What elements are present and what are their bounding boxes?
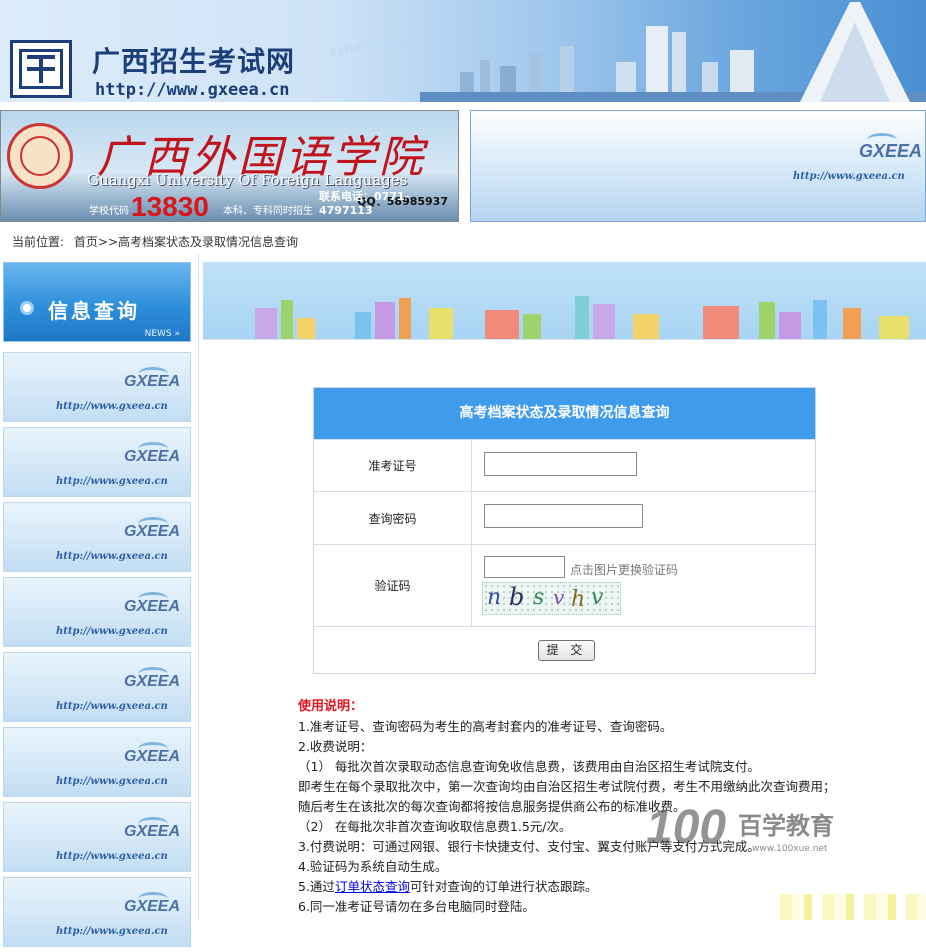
site-banner: 广西招生考试网 http://www.gxeea.cn 010101010101… bbox=[0, 0, 926, 102]
sidebar-card-list: GXEEA http://www.gxeea.cn GXEEA http://w… bbox=[3, 352, 191, 952]
captcha-input[interactable] bbox=[484, 556, 565, 578]
captcha-char: v bbox=[553, 585, 565, 609]
sidebar-card[interactable]: GXEEA http://www.gxeea.cn bbox=[3, 652, 191, 722]
school-code: 13830 bbox=[131, 191, 209, 222]
watermark-brand: 百学教育 bbox=[738, 812, 834, 840]
instruction-line: 1.准考证号、查询密码为考生的高考封套内的准考证号、查询密码。 bbox=[298, 719, 673, 734]
gxeea-url: http://www.gxeea.cn bbox=[56, 551, 168, 562]
sidebar-header: 信息查询 NEWS » bbox=[3, 262, 191, 342]
gxeea-banner[interactable]: GXEEA http://www.gxeea.cn bbox=[470, 110, 926, 222]
gxeea-url: http://www.gxeea.cn bbox=[56, 626, 168, 637]
captcha-row: 验证码 点击图片更换验证码 n b s v h v bbox=[314, 544, 815, 626]
captcha-hint[interactable]: 点击图片更换验证码 bbox=[570, 561, 678, 578]
sidebar-news-label: NEWS » bbox=[144, 329, 180, 339]
gxeea-url: http://www.gxeea.cn bbox=[56, 776, 168, 787]
password-row: 查询密码 bbox=[314, 491, 815, 544]
gxeea-url: http://www.gxeea.cn bbox=[56, 476, 168, 487]
gxeea-logo: GXEEA bbox=[124, 523, 181, 540]
gxeea-logo: GXEEA bbox=[124, 598, 181, 615]
breadcrumb-prefix: 当前位置: bbox=[12, 235, 65, 249]
order-status-link[interactable]: 订单状态查询 bbox=[335, 879, 410, 894]
captcha-char: b bbox=[509, 583, 525, 611]
gxeea-url: http://www.gxeea.cn bbox=[793, 171, 905, 182]
sidebar: 信息查询 NEWS » GXEEA http://www.gxeea.cn GX… bbox=[0, 254, 199, 947]
bottom-decoration bbox=[780, 894, 926, 920]
site-url: http://www.gxeea.cn bbox=[95, 80, 290, 100]
captcha-char: h bbox=[571, 587, 586, 612]
gxeea-logo: GXEEA bbox=[124, 823, 181, 840]
instruction-text: 可针对查询的订单进行状态跟踪。 bbox=[409, 879, 598, 894]
bullet-icon bbox=[20, 301, 34, 315]
gxeea-url: http://www.gxeea.cn bbox=[56, 401, 168, 412]
gxeea-logo: GXEEA bbox=[124, 898, 181, 915]
watermark-domain: www.100xue.net bbox=[752, 844, 828, 854]
sidebar-title: 信息查询 bbox=[48, 299, 140, 323]
school-code-label: 学校代码 bbox=[89, 206, 129, 217]
password-label: 查询密码 bbox=[314, 492, 472, 544]
sidebar-card[interactable]: GXEEA http://www.gxeea.cn bbox=[3, 577, 191, 647]
university-name-en: Guangxi University Of Foreign Languages bbox=[87, 171, 408, 189]
breadcrumb: 当前位置: 首页>>高考档案状态及录取情况信息查询 bbox=[12, 233, 298, 250]
gxeea-logo: GXEEA bbox=[124, 373, 181, 390]
instruction-text: 5.通过 bbox=[298, 879, 335, 894]
sidebar-card[interactable]: GXEEA http://www.gxeea.cn bbox=[3, 502, 191, 572]
gxeea-logo: GXEEA bbox=[124, 448, 181, 465]
sidebar-card[interactable]: GXEEA http://www.gxeea.cn bbox=[3, 802, 191, 872]
captcha-char: v bbox=[591, 585, 604, 610]
gxeea-logo: GXEEA bbox=[124, 748, 181, 765]
sidebar-card[interactable]: GXEEA http://www.gxeea.cn bbox=[3, 877, 191, 947]
watermark-number: 100 bbox=[646, 801, 727, 854]
university-ad[interactable]: 广西外国语学院 Guangxi University Of Foreign La… bbox=[0, 110, 459, 222]
gxeea-url: http://www.gxeea.cn bbox=[56, 926, 168, 937]
instruction-line: 即考生在每个录取批次中，第一次查询均由自治区招生考试院付费，考生不用缴纳此次查询… bbox=[298, 779, 836, 794]
submit-row: 提 交 bbox=[314, 626, 815, 674]
query-form: 高考档案状态及录取情况信息查询 准考证号 查询密码 验证码 点击图片更换验证码 … bbox=[313, 387, 816, 674]
instructions-title: 使用说明： bbox=[298, 699, 364, 714]
city-skyline-icon bbox=[420, 2, 926, 102]
sidebar-card[interactable]: GXEEA http://www.gxeea.cn bbox=[3, 727, 191, 797]
main-banner bbox=[203, 262, 926, 340]
exam-id-row: 准考证号 bbox=[314, 439, 815, 491]
recruit-text: 本科、专科同时招生 bbox=[223, 206, 313, 217]
gxeea-logo: GXEEA bbox=[859, 141, 923, 161]
exam-id-input[interactable] bbox=[484, 452, 637, 476]
password-input[interactable] bbox=[484, 504, 643, 528]
gxeea-url: http://www.gxeea.cn bbox=[56, 701, 168, 712]
site-name: 广西招生考试网 bbox=[92, 45, 296, 78]
contact-phone: 联系电话：0771-4797113 bbox=[319, 190, 410, 217]
site-logo-icon[interactable] bbox=[10, 40, 72, 98]
watermark-logo: 100 百学教育 www.100xue.net bbox=[640, 796, 840, 866]
university-seal-icon bbox=[7, 123, 73, 189]
sidebar-card[interactable]: GXEEA http://www.gxeea.cn bbox=[3, 427, 191, 497]
captcha-label: 验证码 bbox=[314, 545, 472, 626]
instruction-line: （1） 每批次首次录取动态信息查询免收信息费，该费用由自治区招生考试院支付。 bbox=[298, 759, 760, 774]
captcha-char: s bbox=[533, 585, 545, 610]
instruction-line: 2.收费说明： bbox=[298, 739, 373, 754]
form-title: 高考档案状态及录取情况信息查询 bbox=[314, 388, 815, 439]
breadcrumb-current: >>高考档案状态及录取情况信息查询 bbox=[97, 235, 299, 249]
gxeea-url: http://www.gxeea.cn bbox=[56, 851, 168, 862]
submit-button[interactable]: 提 交 bbox=[538, 640, 595, 661]
exam-id-label: 准考证号 bbox=[314, 440, 472, 491]
sidebar-card[interactable]: GXEEA http://www.gxeea.cn bbox=[3, 352, 191, 422]
gxeea-logo: GXEEA bbox=[124, 673, 181, 690]
captcha-char: n bbox=[487, 585, 502, 610]
breadcrumb-home-link[interactable]: 首页 bbox=[74, 235, 98, 249]
captcha-image[interactable]: n b s v h v bbox=[482, 582, 621, 615]
colorful-buildings-icon bbox=[255, 296, 909, 339]
